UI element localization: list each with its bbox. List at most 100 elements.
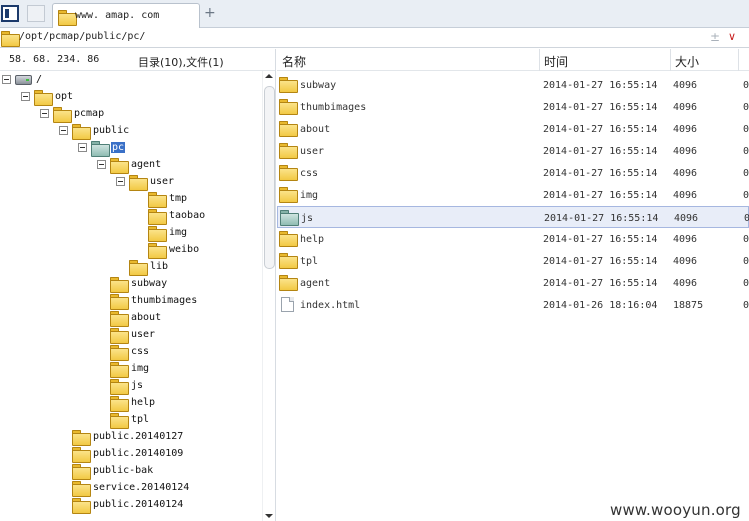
tree-node[interactable]: subway [0,276,262,293]
table-row[interactable]: agent 2014-01-27 16:55:14 4096 0 [277,272,749,294]
tree-node-label: weibo [169,244,200,255]
file-size: 4096 [673,146,698,157]
collapse-toggle-icon[interactable] [40,109,49,118]
folder-icon [279,143,298,159]
folder-icon [72,124,91,140]
collapse-toggle-icon[interactable] [59,126,68,135]
folder-icon [148,209,167,225]
file-size: 4096 [674,213,699,224]
tree-node[interactable]: user [0,327,262,344]
folder-icon [110,158,129,174]
tree-node[interactable]: user [0,174,262,191]
table-row[interactable]: help 2014-01-27 16:55:14 4096 0 [277,228,749,250]
collapse-toggle-icon[interactable] [116,177,125,186]
table-row[interactable]: js 2014-01-27 16:55:14 4096 0 [277,206,749,228]
table-row[interactable]: thumbimages 2014-01-27 16:55:14 4096 0 [277,96,749,118]
tree-node[interactable]: about [0,310,262,327]
tree-node[interactable]: agent [0,157,262,174]
tree-node[interactable]: public.20140127 [0,429,262,446]
file-permission: 0 [743,146,749,157]
browser-tab[interactable]: www. amap. com [52,3,200,29]
watermark: www.wooyun.org [610,501,741,519]
add-tab-button[interactable]: + [204,6,216,20]
modified-time: 2014-01-27 16:55:14 [543,80,658,91]
tree-node[interactable]: public.20140109 [0,446,262,463]
tree-node-label: tmp [169,193,188,204]
tree-node[interactable]: taobao [0,208,262,225]
tree-node[interactable]: public [0,123,262,140]
tree-node[interactable]: img [0,361,262,378]
tree-node-label: css [131,346,150,357]
table-row[interactable]: index.html 2014-01-26 18:16:04 18875 0 [277,294,749,316]
scroll-up-icon[interactable] [265,74,273,78]
tree-node[interactable]: opt [0,89,262,106]
address-bar[interactable]: /opt/pcmap/public/pc/ ± ∨ [0,28,749,48]
tree-node[interactable]: img [0,225,262,242]
sidebar-toggle-button[interactable] [1,5,19,22]
tree-node-label: about [131,312,162,323]
collapse-toggle-icon[interactable] [97,160,106,169]
tree-node-label: agent [131,159,162,170]
tree-node-label: user [150,176,175,187]
tree-node[interactable]: thumbimages [0,293,262,310]
folder-icon [72,481,91,497]
tree-node[interactable]: service.20140124 [0,480,262,497]
tree-node-label: thumbimages [131,295,198,306]
tree-node[interactable]: tpl [0,412,262,429]
bookmark-icon[interactable]: ± [710,30,720,44]
table-row[interactable]: img 2014-01-27 16:55:14 4096 0 [277,184,749,206]
folder-icon [148,226,167,242]
folder-icon [72,430,91,446]
tree-node[interactable]: pcmap [0,106,262,123]
table-row[interactable]: about 2014-01-27 16:55:14 4096 0 [277,118,749,140]
folder-icon [279,275,298,291]
column-name[interactable]: 名称 [282,53,306,69]
table-row[interactable]: subway 2014-01-27 16:55:14 4096 0 [277,74,749,96]
collapse-toggle-icon[interactable] [78,143,87,152]
collapse-toggle-icon[interactable] [2,75,11,84]
column-divider[interactable] [670,49,671,71]
file-name: about [300,124,331,135]
file-size: 4096 [673,124,698,135]
file-permission: 0 [743,300,749,311]
tree-node[interactable]: / [0,72,262,89]
collapse-toggle-icon[interactable] [21,92,30,101]
server-address: 58. 68. 234. 86 [9,54,100,65]
tree-node[interactable]: js [0,378,262,395]
column-size[interactable]: 大小 [675,53,699,69]
new-window-button[interactable] [27,5,45,22]
tree-node[interactable]: css [0,344,262,361]
tree-node[interactable]: public.20140124 [0,497,262,514]
folder-icon [129,260,148,276]
tree-node[interactable]: lib [0,259,262,276]
tree-node[interactable]: help [0,395,262,412]
address-path[interactable]: /opt/pcmap/public/pc/ [19,31,145,42]
scroll-down-icon[interactable] [265,514,273,518]
folder-icon [148,243,167,259]
tree-node-label: img [131,363,150,374]
folder-icon [279,253,298,269]
scrollbar-thumb[interactable] [264,86,275,269]
folder-icon [72,447,91,463]
table-row[interactable]: user 2014-01-27 16:55:14 4096 0 [277,140,749,162]
modified-time: 2014-01-27 16:55:14 [543,278,658,289]
tree-node[interactable]: pc [0,140,262,157]
column-divider[interactable] [539,49,540,71]
modified-time: 2014-01-26 18:16:04 [543,300,658,311]
directory-tree-pane: 58. 68. 234. 86 目录(10),文件(1) / opt pcmap pu… [0,49,276,521]
table-row[interactable]: tpl 2014-01-27 16:55:14 4096 0 [277,250,749,272]
tree-scrollbar[interactable] [262,71,275,521]
tree-node[interactable]: public-bak [0,463,262,480]
directory-count: 目录(10),文件(1) [138,56,224,69]
file-name: thumbimages [300,102,367,113]
tree-node-label: user [131,329,156,340]
file-size: 4096 [673,80,698,91]
tree-node[interactable]: tmp [0,191,262,208]
table-row[interactable]: css 2014-01-27 16:55:14 4096 0 [277,162,749,184]
tree-node[interactable]: weibo [0,242,262,259]
file-permission: 0 [743,256,749,267]
column-divider[interactable] [738,49,739,71]
dropdown-icon[interactable]: ∨ [728,30,736,43]
column-time[interactable]: 时间 [544,53,568,69]
folder-icon [280,210,299,226]
